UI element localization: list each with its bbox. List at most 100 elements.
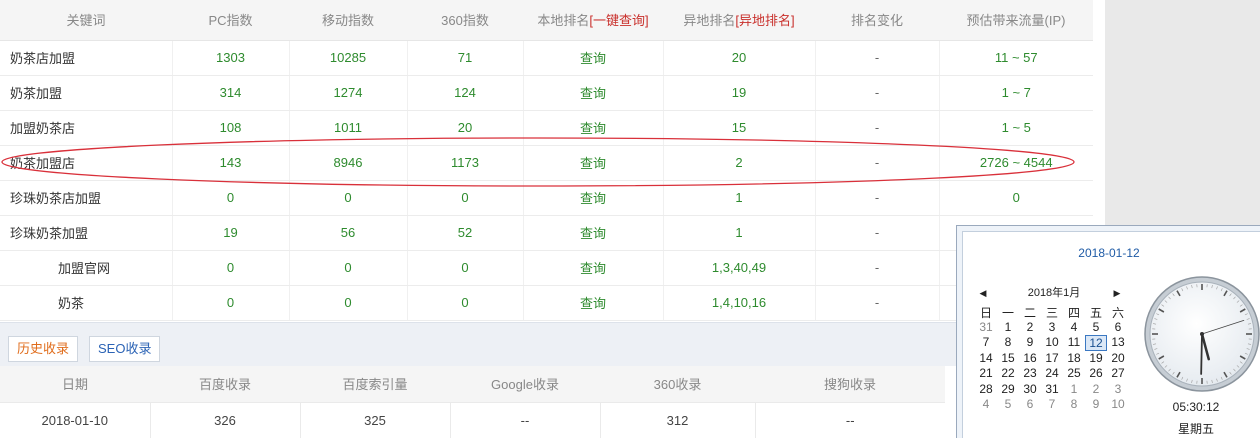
- estimated-traffic-cell: 11 ~ 57: [938, 40, 1093, 76]
- calendar-day[interactable]: 9: [1085, 397, 1107, 413]
- local-rank-query-link[interactable]: 查询: [522, 215, 663, 251]
- estimated-traffic-cell: 1 ~ 5: [938, 110, 1093, 146]
- calendar-day[interactable]: 2: [1019, 320, 1041, 336]
- calendar-day[interactable]: 13: [1107, 335, 1129, 351]
- calendar-day[interactable]: 12: [1085, 335, 1107, 351]
- calendar-day[interactable]: 6: [1107, 320, 1129, 336]
- history-cell: 2018-01-10: [0, 401, 150, 438]
- calendar-header: ◀ 2018年1月 ▶: [975, 284, 1133, 302]
- local-rank-query-link[interactable]: 查询: [522, 285, 663, 321]
- tab-history-index[interactable]: 历史收录: [8, 336, 79, 362]
- keyword-cell: 奶茶加盟店: [0, 145, 172, 181]
- calendar-day[interactable]: 10: [1041, 335, 1063, 351]
- calendar-day[interactable]: 14: [975, 351, 997, 367]
- one-click-query-link[interactable]: [一键查询]: [589, 13, 648, 28]
- clock-digital-time: 05:30:12: [1172, 400, 1220, 414]
- calendar-day[interactable]: 31: [1041, 382, 1063, 398]
- calendar-day[interactable]: 10: [1107, 397, 1129, 413]
- calendar: ◀ 2018年1月 ▶ 日一二三四五六 31 1 2 3 4 5 6 7 8 9 10 11 12 13 14…: [975, 284, 1133, 413]
- calendar-day[interactable]: 20: [1107, 351, 1129, 367]
- calendar-day[interactable]: 28: [975, 382, 997, 398]
- calendar-day[interactable]: 23: [1019, 366, 1041, 382]
- remote-rank-cell: 1,3,40,49: [662, 250, 815, 286]
- history-index-panel: 日期 百度收录 百度索引量 Google收录 360收录 搜狗收录 2018-01-10 3…: [0, 366, 960, 438]
- history-col-header: Google收录: [450, 366, 600, 402]
- calendar-day[interactable]: 21: [975, 366, 997, 382]
- index-360-cell: 71: [406, 40, 523, 76]
- history-col-header: 百度索引量: [300, 366, 450, 402]
- calendar-day[interactable]: 3: [1041, 320, 1063, 336]
- history-cell: 312: [599, 401, 755, 438]
- calendar-day[interactable]: 11: [1063, 335, 1085, 351]
- clock-face: [1144, 276, 1260, 392]
- local-rank-query-link[interactable]: 查询: [522, 75, 663, 111]
- keyword-row: 珍珠奶茶加盟 19 56 52 查询 1-: [0, 215, 1093, 251]
- remote-rank-cell: 2: [662, 145, 815, 181]
- remote-rank-cell: 15: [662, 110, 815, 146]
- rank-change-cell: -: [814, 75, 939, 111]
- flyout-date-link[interactable]: 2018-01-12: [957, 246, 1260, 260]
- keyword-cell: 珍珠奶茶店加盟: [0, 180, 172, 216]
- col-keyword: 关键词: [0, 0, 172, 41]
- previous-month-icon[interactable]: ◀: [977, 284, 989, 302]
- estimated-traffic-cell: 2726 ~ 4544: [938, 145, 1093, 181]
- local-rank-query-link[interactable]: 查询: [522, 180, 663, 216]
- remote-rank-cell: 20: [662, 40, 815, 76]
- tab-seo-index[interactable]: SEO收录: [89, 336, 161, 362]
- calendar-day[interactable]: 27: [1107, 366, 1129, 382]
- mobile-index-cell: 0: [288, 250, 407, 286]
- calendar-day[interactable]: 25: [1063, 366, 1085, 382]
- calendar-day[interactable]: 19: [1085, 351, 1107, 367]
- calendar-day[interactable]: 17: [1041, 351, 1063, 367]
- calendar-day[interactable]: 24: [1041, 366, 1063, 382]
- next-month-icon[interactable]: ▶: [1111, 284, 1123, 302]
- calendar-day[interactable]: 4: [975, 397, 997, 413]
- calendar-day[interactable]: 7: [975, 335, 997, 351]
- calendar-day[interactable]: 15: [997, 351, 1019, 367]
- calendar-day[interactable]: 29: [997, 382, 1019, 398]
- local-rank-query-link[interactable]: 查询: [522, 110, 663, 146]
- calendar-day[interactable]: 7: [1041, 397, 1063, 413]
- calendar-day[interactable]: 5: [997, 397, 1019, 413]
- remote-rank-link[interactable]: [异地排名]: [735, 13, 794, 28]
- calendar-day[interactable]: 1: [1063, 382, 1085, 398]
- calendar-day[interactable]: 31: [975, 320, 997, 336]
- keyword-row: 奶茶加盟 314 1274 124 查询 19-1 ~ 7: [0, 75, 1093, 111]
- calendar-day[interactable]: 5: [1085, 320, 1107, 336]
- calendar-day[interactable]: 1: [997, 320, 1019, 336]
- index-360-cell: 52: [406, 215, 523, 251]
- keyword-row: 奶茶 0 0 0 查询 1,4,10,16-: [0, 285, 1093, 321]
- calendar-day[interactable]: 9: [1019, 335, 1041, 351]
- index-360-cell: 0: [406, 285, 523, 321]
- weekday-label: 二: [1023, 306, 1036, 320]
- clock-weekday: 星期五: [1177, 422, 1214, 436]
- history-cell: 325: [299, 401, 450, 438]
- calendar-day[interactable]: 26: [1085, 366, 1107, 382]
- index-360-cell: 1173: [406, 145, 523, 181]
- calendar-day[interactable]: 2: [1085, 382, 1107, 398]
- rank-change-cell: -: [814, 215, 939, 251]
- calendar-grid: 日一二三四五六 31 1 2 3 4 5 6 7 8 9 10 11 12 13 14 15 16 17 18 19 20…: [975, 304, 1133, 413]
- col-local-rank: 本地排名[一键查询]: [523, 0, 663, 41]
- keyword-table-header: 关键词 PC指数 移动指数 360指数 本地排名[一键查询] 异地排名[异地排名…: [0, 0, 1093, 41]
- weekday-label: 六: [1111, 306, 1124, 320]
- calendar-day[interactable]: 4: [1063, 320, 1085, 336]
- calendar-day[interactable]: 8: [1063, 397, 1085, 413]
- keyword-cell: 加盟官网: [0, 250, 172, 286]
- pc-index-cell: 108: [171, 110, 289, 146]
- calendar-day[interactable]: 18: [1063, 351, 1085, 367]
- calendar-day[interactable]: 8: [997, 335, 1019, 351]
- calendar-month-label[interactable]: 2018年1月: [1028, 287, 1081, 299]
- local-rank-query-link[interactable]: 查询: [522, 40, 663, 76]
- local-rank-query-link[interactable]: 查询: [522, 250, 663, 286]
- keyword-cell: 奶茶加盟: [0, 75, 172, 111]
- keyword-row: 奶茶店加盟 1303 10285 71 查询 20-11 ~ 57: [0, 40, 1093, 76]
- calendar-day[interactable]: 30: [1019, 382, 1041, 398]
- mobile-index-cell: 10285: [288, 40, 407, 76]
- local-rank-query-link[interactable]: 查询: [522, 145, 663, 181]
- calendar-day[interactable]: 16: [1019, 351, 1041, 367]
- calendar-day[interactable]: 3: [1107, 382, 1129, 398]
- calendar-day[interactable]: 22: [997, 366, 1019, 382]
- calendar-day[interactable]: 6: [1019, 397, 1041, 413]
- keyword-cell: 加盟奶茶店: [0, 110, 172, 146]
